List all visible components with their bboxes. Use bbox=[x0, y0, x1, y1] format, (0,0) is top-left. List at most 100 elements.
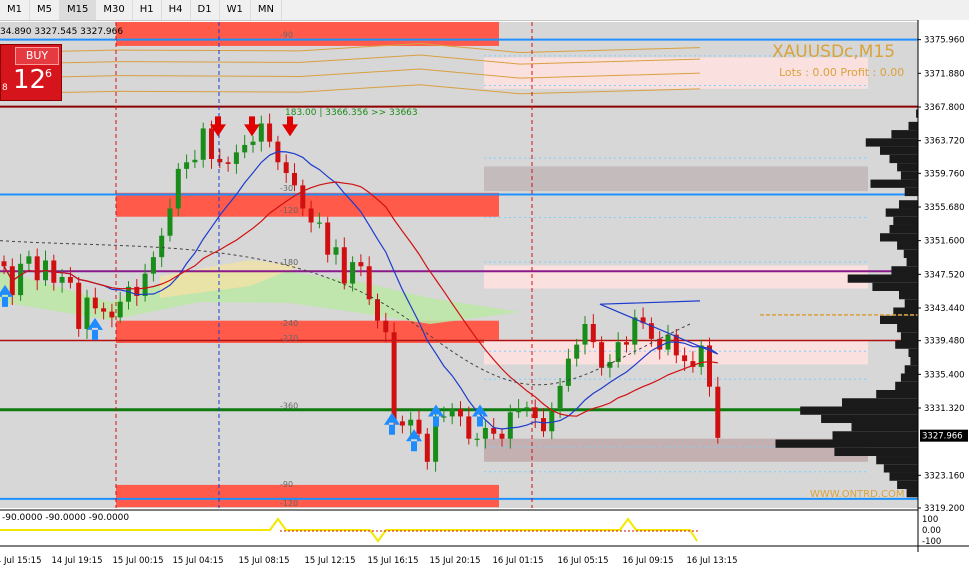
level-label: -120 bbox=[280, 206, 298, 215]
candle bbox=[117, 301, 123, 318]
candle bbox=[109, 311, 115, 318]
one-click-trading-panel[interactable]: BUY 12 6 8 bbox=[0, 44, 62, 101]
timeframe-m5[interactable]: M5 bbox=[30, 0, 60, 20]
volume-profile-bar bbox=[895, 381, 918, 391]
lots-profit-text: Lots : 0.00 Profit : 0.00 bbox=[779, 66, 905, 79]
volume-profile-bar bbox=[897, 163, 918, 172]
price-tick-label: 3367.800 bbox=[924, 103, 965, 113]
candle bbox=[482, 427, 488, 439]
candle bbox=[258, 123, 264, 142]
volume-profile-bar bbox=[900, 332, 918, 341]
timeframe-m15[interactable]: M15 bbox=[60, 0, 97, 20]
timeframe-toolbar: M1 M5 M15 M30 H1 H4 D1 W1 MN bbox=[0, 0, 969, 21]
watermark-text: WWW.ONTRD.COM bbox=[810, 489, 905, 500]
level-label: -360 bbox=[280, 402, 298, 411]
candle bbox=[541, 418, 546, 432]
timeframe-w1[interactable]: W1 bbox=[220, 0, 251, 20]
candle bbox=[565, 358, 571, 386]
candle bbox=[167, 208, 173, 236]
timeframe-h4[interactable]: H4 bbox=[162, 0, 191, 20]
candle bbox=[524, 407, 530, 409]
level-label: -120 bbox=[280, 499, 298, 508]
volume-profile-bar bbox=[899, 290, 918, 300]
candle bbox=[375, 299, 380, 321]
candle bbox=[424, 433, 430, 462]
time-tick-label: 15 Jul 16:15 bbox=[368, 556, 419, 566]
candle bbox=[491, 427, 497, 434]
candle bbox=[516, 408, 522, 413]
timeframe-h1[interactable]: H1 bbox=[133, 0, 162, 20]
price-tick-label: 3355.680 bbox=[924, 203, 965, 213]
volume-profile-bar bbox=[900, 171, 918, 180]
volume-profile-bar bbox=[880, 233, 918, 242]
time-tick-label: 14 Jul 19:15 bbox=[52, 556, 103, 566]
candle bbox=[101, 308, 107, 312]
timeframe-d1[interactable]: D1 bbox=[191, 0, 220, 20]
candle bbox=[316, 222, 322, 224]
candle bbox=[18, 263, 24, 296]
volume-profile-bar bbox=[910, 357, 918, 366]
candle bbox=[383, 320, 389, 333]
volume-profile-bar bbox=[908, 348, 918, 358]
candle bbox=[416, 419, 422, 434]
candle bbox=[557, 385, 563, 409]
candle bbox=[590, 323, 596, 343]
ohlc-readout: 34.890 3327.545 3327.966 bbox=[0, 27, 124, 37]
resistance-zone-mid bbox=[116, 192, 499, 217]
level-label: -30 bbox=[280, 184, 293, 193]
buy-price-big: 12 bbox=[13, 65, 47, 95]
time-tick-label: 16 Jul 09:15 bbox=[623, 556, 674, 566]
timeframe-m1[interactable]: M1 bbox=[0, 0, 30, 20]
candle bbox=[682, 355, 688, 362]
candle bbox=[217, 158, 223, 163]
candle bbox=[657, 338, 663, 350]
volume-profile-bar bbox=[775, 439, 918, 448]
volume-profile-bar bbox=[908, 121, 918, 131]
time-tick-label: 15 Jul 12:15 bbox=[305, 556, 356, 566]
volume-profile-bar bbox=[883, 464, 918, 473]
candle bbox=[283, 162, 289, 173]
volume-profile-bar bbox=[897, 323, 918, 333]
price-tick-label: 3359.760 bbox=[924, 169, 965, 179]
volume-profile-bar bbox=[895, 340, 918, 349]
price-tick-label: 3343.440 bbox=[924, 304, 965, 314]
volume-profile-bar bbox=[842, 398, 918, 407]
time-tick-label: 16 Jul 13:15 bbox=[687, 556, 738, 566]
indicator-tick-label: 0.00 bbox=[922, 526, 941, 536]
price-tick-label: 3347.520 bbox=[924, 270, 965, 280]
candle bbox=[34, 256, 40, 281]
level-label: -270 bbox=[280, 334, 298, 343]
resistance-zone-top bbox=[116, 22, 499, 46]
timeframe-m30[interactable]: M30 bbox=[96, 0, 133, 20]
candle bbox=[399, 421, 405, 426]
candle bbox=[242, 144, 248, 153]
chart-area[interactable]: -90-30-120-180-240-270-360-90-1203375.96… bbox=[0, 20, 969, 570]
time-tick-label: 16 Jul 05:15 bbox=[558, 556, 609, 566]
candle bbox=[308, 208, 314, 223]
volume-profile-bar bbox=[880, 315, 918, 324]
time-tick-label: 15 Jul 00:15 bbox=[113, 556, 164, 566]
level-label: -240 bbox=[280, 319, 298, 328]
buy-price-small: 8 bbox=[2, 83, 8, 93]
candle bbox=[715, 386, 721, 438]
price-tick-label: 3339.480 bbox=[924, 337, 965, 347]
candle bbox=[574, 344, 580, 359]
timeframe-mn[interactable]: MN bbox=[251, 0, 282, 20]
candle bbox=[225, 162, 231, 164]
candle bbox=[92, 297, 98, 309]
candle bbox=[474, 438, 480, 440]
volume-profile-bar bbox=[899, 200, 918, 209]
volume-profile-bar bbox=[889, 472, 918, 481]
candle bbox=[325, 222, 331, 255]
candle bbox=[350, 262, 356, 284]
volume-profile-bar bbox=[870, 179, 918, 188]
support-zone bbox=[116, 320, 499, 343]
price-tick-label: 3351.600 bbox=[924, 237, 965, 247]
volume-profile-bar bbox=[906, 489, 918, 498]
time-tick-label: 15 Jul 04:15 bbox=[173, 556, 224, 566]
buy-button[interactable]: BUY bbox=[15, 47, 59, 65]
price-tick-label: 3375.960 bbox=[924, 36, 965, 46]
volume-profile-bar bbox=[893, 216, 918, 225]
candle bbox=[292, 172, 297, 186]
volume-profile-bar bbox=[904, 299, 918, 308]
